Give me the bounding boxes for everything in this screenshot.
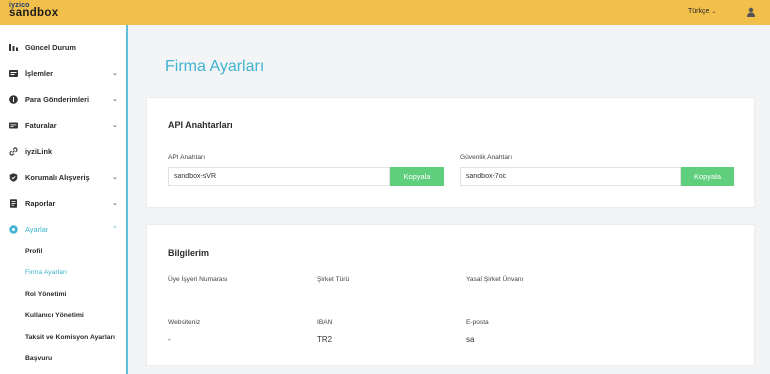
sidebar-subitem-firma-ayarlari[interactable]: Firma Ayarları — [25, 269, 67, 276]
sidebar-item-label: Faturalar — [25, 120, 57, 130]
chevron-down-icon: ⌄ — [112, 96, 118, 103]
sidebar-subitem-kullanici-yonetimi[interactable]: Kullanıcı Yönetimi — [25, 312, 84, 319]
sidebar-subitem-profil[interactable]: Profil — [25, 248, 42, 255]
chevron-down-icon: ⌄ — [711, 9, 717, 15]
website-label: Websiteniz — [168, 319, 201, 326]
sidebar-item-islemler[interactable]: İşlemler ⌄ — [0, 63, 126, 83]
sidebar-item-label: Güncel Durum — [25, 42, 76, 52]
gear-icon — [9, 224, 18, 234]
api-key-label: API Anahtarı — [168, 154, 206, 161]
api-keys-title: API Anahtarları — [168, 120, 233, 130]
language-label: Türkçe — [688, 8, 710, 15]
sidebar-item-label: İşlemler — [25, 68, 53, 78]
copy-secret-key-button[interactable]: Kopyala — [681, 167, 734, 186]
top-bar: iyzico sandbox Türkçe ⌄ — [0, 0, 770, 25]
copy-api-key-button[interactable]: Kopyala — [390, 167, 444, 186]
sidebar-item-iyzilink[interactable]: iyziLink — [0, 141, 126, 161]
sidebar-item-label: Ayarlar — [25, 224, 49, 234]
secret-key-input[interactable] — [461, 173, 680, 180]
shield-icon — [9, 172, 18, 182]
info-card: Bilgilerim Üye İşyeri Numarası Şirket Tü… — [146, 224, 755, 366]
secret-key-label: Güvenlik Anahtarı — [460, 154, 513, 161]
sidebar-item-label: Korumalı Alışveriş — [25, 172, 90, 182]
sidebar-item-label: Para Gönderimleri — [25, 94, 90, 104]
sidebar-item-korumali-alisveris[interactable]: Korumalı Alışveriş ⌄ — [0, 167, 126, 187]
chevron-down-icon: ⌄ — [112, 174, 118, 181]
sidebar-item-label: Raporlar — [25, 198, 56, 208]
iyzico-sandbox-logo[interactable]: iyzico sandbox — [9, 2, 58, 20]
api-keys-card: API Anahtarları API Anahtarı Kopyala Güv… — [146, 97, 755, 208]
chevron-down-icon: ⌄ — [112, 122, 118, 129]
secret-key-field[interactable] — [460, 167, 681, 186]
sidebar-subitem-rol-yonetimi[interactable]: Rol Yönetimi — [25, 291, 66, 298]
company-type-label: Şirket Türü — [317, 276, 350, 283]
api-key-input[interactable] — [169, 173, 389, 180]
link-icon — [9, 146, 18, 156]
page-title: Firma Ayarları — [165, 58, 265, 75]
language-selector[interactable]: Türkçe ⌄ — [688, 8, 716, 15]
info-title: Bilgilerim — [168, 248, 210, 258]
merchant-number-label: Üye İşyeri Numarası — [168, 276, 228, 283]
chevron-up-icon: ⌃ — [112, 226, 118, 233]
api-key-field[interactable] — [168, 167, 390, 186]
sidebar-subitem-taksit-komisyon[interactable]: Taksit ve Komisyon Ayarları — [25, 334, 115, 341]
sidebar: Güncel Durum İşlemler ⌄ Para Gönderimler… — [0, 25, 128, 374]
chevron-down-icon: ⌄ — [112, 70, 118, 77]
email-label: E-posta — [466, 319, 489, 326]
sidebar-subitem-basvuru[interactable]: Başvuru — [25, 355, 52, 362]
sidebar-item-ayarlar[interactable]: Ayarlar ⌃ — [0, 219, 126, 239]
chart-bar-icon — [9, 43, 18, 52]
iban-value: TR2 — [317, 335, 333, 344]
list-icon — [9, 69, 18, 78]
email-value: sa — [466, 335, 475, 344]
sidebar-item-faturalar[interactable]: Faturalar ⌄ — [0, 115, 126, 135]
money-circle-icon — [9, 94, 18, 104]
invoice-icon — [9, 121, 18, 130]
chevron-down-icon: ⌄ — [112, 200, 118, 207]
sidebar-item-raporlar[interactable]: Raporlar ⌄ — [0, 193, 126, 213]
report-icon — [9, 198, 18, 208]
logo-big-text: sandbox — [9, 7, 59, 19]
user-icon[interactable] — [746, 7, 756, 17]
sidebar-item-para-gonderimleri[interactable]: Para Gönderimleri ⌄ — [0, 89, 126, 109]
iban-label: IBAN — [317, 319, 333, 326]
sidebar-item-label: iyziLink — [25, 146, 53, 156]
legal-name-label: Yasal Şirket Ünvanı — [466, 276, 524, 283]
website-value: - — [168, 335, 171, 344]
sidebar-item-guncel-durum[interactable]: Güncel Durum — [0, 37, 126, 57]
